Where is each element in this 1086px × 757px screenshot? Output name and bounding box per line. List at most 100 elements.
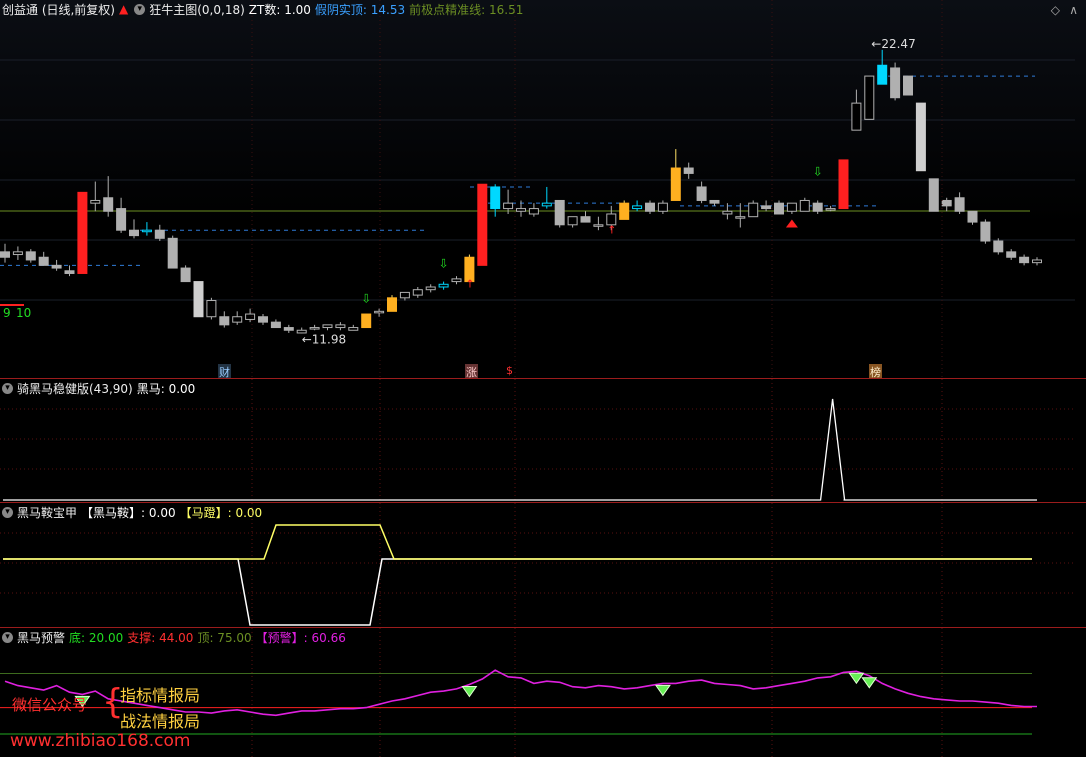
candle: [348, 327, 359, 331]
candle: [180, 267, 191, 283]
warning-triangle-icon: [785, 219, 798, 228]
up-arrow-icon: ↑: [465, 277, 474, 290]
candle: [477, 183, 488, 266]
candle: [825, 208, 836, 211]
diamond-icon: [461, 686, 478, 698]
candle: [1006, 251, 1017, 258]
candle: [141, 229, 152, 233]
candle: [232, 316, 243, 323]
main-chart-panel[interactable]: 创益通 (日线,前复权) ▲ ▾ 狂牛主图(0,0,18) ZT数: 1.00 …: [0, 0, 1086, 380]
candle: [864, 75, 875, 120]
candle: [451, 278, 462, 283]
high-label: ←22.47: [871, 37, 915, 51]
candle: [928, 178, 939, 212]
candle: [890, 67, 901, 99]
candle: [245, 313, 256, 320]
candle: [774, 202, 784, 215]
panel2-chart: [0, 379, 1075, 502]
candle: [103, 197, 114, 212]
candle: [580, 216, 591, 223]
candle: [1032, 259, 1042, 264]
panel3-chart: [0, 503, 1075, 627]
panel-anbaojia[interactable]: ▾ 黑马鞍宝甲 【黑马鞍】: 0.00 【马蹬】: 0.00: [0, 503, 1086, 627]
candle: [915, 102, 926, 172]
candle: [903, 75, 913, 96]
heima-line: [3, 398, 1037, 501]
candle: [116, 208, 127, 231]
candle: [748, 202, 759, 218]
candle: [645, 202, 655, 212]
candle: [993, 240, 1004, 253]
candle: [51, 264, 62, 269]
candle: [38, 256, 49, 266]
watermark-line2: 战法情报局: [120, 712, 201, 731]
candle: [0, 251, 10, 258]
candle: [12, 251, 23, 256]
watermark-url: www.zhibiao168.com: [10, 731, 191, 751]
candle: [786, 202, 797, 212]
candle: [361, 313, 372, 329]
low-label: ←11.98: [302, 333, 346, 347]
candle: [735, 216, 746, 219]
ma-deng-line: [3, 524, 1032, 560]
diamond-icon: [848, 672, 865, 685]
candle: [129, 229, 139, 237]
candle: [193, 281, 204, 318]
candle: [322, 324, 333, 329]
candle: [64, 270, 75, 274]
candle: [799, 199, 810, 212]
diamond-icon: [861, 677, 878, 689]
candle: [851, 102, 862, 131]
candle: [941, 199, 952, 207]
candle: [206, 300, 217, 318]
candle: [709, 199, 720, 204]
candle: [1019, 256, 1030, 264]
candle: [90, 199, 101, 204]
candle: [283, 327, 294, 331]
ma-an-line: [3, 558, 1032, 626]
candle: [399, 291, 410, 299]
candle: [967, 210, 978, 223]
candle: [154, 229, 165, 239]
candle: [567, 216, 578, 226]
candle: [683, 167, 694, 174]
candle: [167, 237, 178, 269]
candle: [619, 202, 630, 220]
candle: [438, 283, 449, 288]
diamond-icon: [654, 684, 671, 697]
tag-s[interactable]: $: [506, 364, 513, 377]
buy-signal-icon: ⇩: [361, 292, 371, 306]
buy-signal-icon: ⇩: [439, 256, 449, 270]
candle: [670, 167, 681, 201]
candle: [270, 321, 281, 329]
panel-heima[interactable]: ▾ 骑黑马稳健版(43,90) 黑马: 0.00: [0, 379, 1086, 502]
candle: [593, 224, 604, 227]
candle: [554, 199, 565, 226]
candle: [516, 208, 526, 212]
candle: [761, 205, 772, 210]
candle: [374, 310, 385, 314]
candle: [425, 286, 436, 291]
candle: [696, 186, 707, 201]
count-a: 9: [3, 306, 11, 320]
candle: [77, 191, 88, 274]
candle: [954, 197, 965, 212]
count-b: 10: [16, 306, 32, 320]
candle: [812, 202, 823, 212]
candle: [722, 210, 733, 215]
panel-yujing[interactable]: ▾ 黑马预警 底: 20.00 支撑: 44.00 顶: 75.00 【预警】:…: [0, 628, 1086, 757]
buy-signal-icon: ⇩: [813, 165, 823, 179]
candle: [838, 159, 849, 210]
up-arrow-icon: ↑: [607, 223, 616, 236]
candle: [412, 289, 423, 296]
candle: [219, 316, 230, 326]
candle: [258, 316, 268, 323]
watermark-line1: 指标情报局: [120, 686, 201, 705]
watermark-left: 微信公众号: [12, 696, 88, 714]
candlestick-chart: ←22.47 ←11.98 ⇩ ⇩ ⇩ ↑ ↑: [0, 0, 1075, 378]
candle: [503, 202, 514, 210]
candle: [980, 221, 991, 242]
candle: [541, 202, 552, 207]
candle: [657, 202, 668, 212]
candle: [528, 208, 539, 215]
